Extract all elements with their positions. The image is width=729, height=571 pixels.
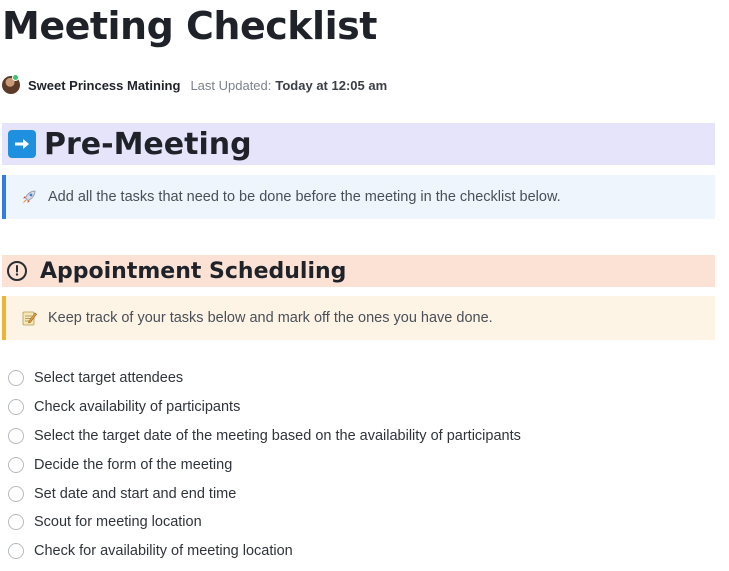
checklist-item-label[interactable]: Check for availability of meeting locati… bbox=[34, 543, 293, 559]
author-name[interactable]: Sweet Princess Matining bbox=[28, 78, 180, 93]
pre-meeting-callout: Add all the tasks that need to be done b… bbox=[2, 175, 715, 219]
checkbox[interactable] bbox=[8, 456, 24, 473]
checklist-item: Scout for meeting location bbox=[8, 508, 718, 537]
last-updated-value: Today at 12:05 am bbox=[275, 77, 388, 93]
checkbox[interactable] bbox=[8, 514, 24, 531]
last-updated-label: Last Updated: bbox=[190, 77, 272, 93]
checkbox[interactable] bbox=[8, 427, 24, 444]
checkbox[interactable] bbox=[8, 399, 24, 416]
checklist-item-label[interactable]: Select target attendees bbox=[34, 370, 183, 386]
checklist-item-label[interactable]: Scout for meeting location bbox=[34, 514, 202, 530]
checklist-item: Check for availability of meeting locati… bbox=[8, 537, 718, 566]
online-status-dot bbox=[12, 74, 19, 81]
right-arrow-icon bbox=[8, 130, 36, 158]
checklist-item-label[interactable]: Select the target date of the meeting ba… bbox=[34, 428, 521, 444]
pre-meeting-banner: Pre-Meeting bbox=[2, 123, 715, 165]
checkbox[interactable] bbox=[8, 485, 24, 502]
checklist-item: Check availability of participants bbox=[8, 393, 718, 422]
document-meta: Sweet Princess Matining Last Updated: To… bbox=[2, 74, 388, 95]
checkbox[interactable] bbox=[8, 543, 24, 560]
pre-meeting-callout-text: Add all the tasks that need to be done b… bbox=[48, 189, 561, 205]
appointment-banner: Appointment Scheduling bbox=[2, 255, 715, 287]
rocket-icon bbox=[20, 188, 38, 206]
checklist-item-label[interactable]: Decide the form of the meeting bbox=[34, 457, 232, 473]
page-title: Meeting Checklist bbox=[2, 4, 377, 48]
task-checklist: Select target attendees Check availabili… bbox=[8, 364, 718, 566]
checklist-item-label[interactable]: Check availability of participants bbox=[34, 399, 240, 415]
checkbox[interactable] bbox=[8, 370, 24, 387]
clock-icon bbox=[6, 260, 28, 282]
checklist-item: Set date and start and end time bbox=[8, 479, 718, 508]
appointment-heading: Appointment Scheduling bbox=[40, 258, 347, 284]
pre-meeting-heading: Pre-Meeting bbox=[44, 126, 252, 162]
document-page: Meeting Checklist Sweet Princess Matinin… bbox=[0, 0, 729, 571]
appointment-callout-text: Keep track of your tasks below and mark … bbox=[48, 310, 493, 326]
checklist-item-label[interactable]: Set date and start and end time bbox=[34, 486, 236, 502]
checklist-item: Select the target date of the meeting ba… bbox=[8, 422, 718, 451]
checklist-item: Select target attendees bbox=[8, 364, 718, 393]
checklist-item: Decide the form of the meeting bbox=[8, 450, 718, 479]
memo-icon bbox=[20, 309, 38, 327]
avatar[interactable] bbox=[2, 74, 20, 94]
appointment-callout: Keep track of your tasks below and mark … bbox=[2, 296, 715, 340]
